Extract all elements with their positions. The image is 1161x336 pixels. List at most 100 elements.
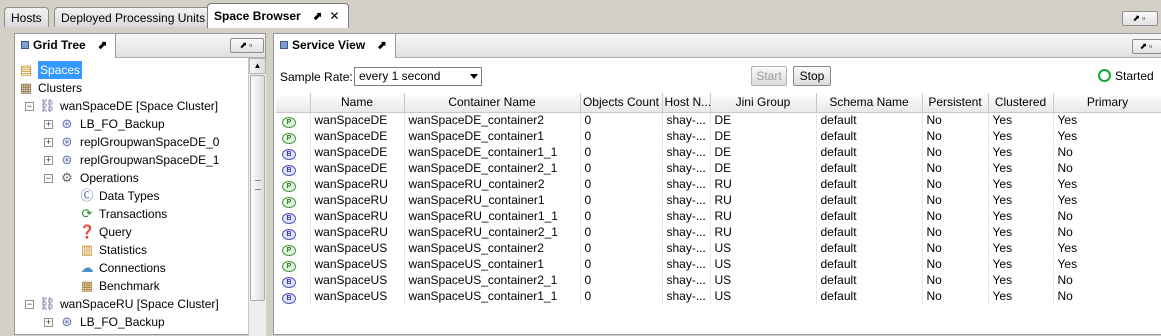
table-row[interactable]: PwanSpaceDE wanSpaceDE_container1 0 shay-..… <box>276 128 1161 145</box>
tab-deployed-processing-units[interactable]: Deployed Processing Units <box>54 7 213 27</box>
clustered-cell: Yes <box>988 144 1054 161</box>
grid-tree-scrollbar[interactable]: ▲ <box>248 58 266 336</box>
tab-pin-close-icons[interactable]: ⬈ ✕ <box>312 9 341 23</box>
host-name-cell: shay-... <box>662 128 711 145</box>
role-cell: P <box>276 192 311 209</box>
column-header-persistent[interactable]: Persistent <box>922 93 989 113</box>
scroll-up-arrow-icon[interactable]: ▲ <box>249 58 266 74</box>
column-header-schema-name[interactable]: Schema Name <box>816 93 923 113</box>
space-cluster-icon: ⛓ <box>39 296 56 311</box>
collapse-icon[interactable]: − <box>44 174 53 183</box>
table-row[interactable]: PwanSpaceDE wanSpaceDE_container2 0 shay-..… <box>276 112 1161 129</box>
expand-icon[interactable]: + <box>44 156 53 165</box>
role-cell: P <box>276 256 311 273</box>
pin-icon[interactable]: ⬈ <box>1133 13 1143 23</box>
column-header-host-name[interactable]: Host N... <box>662 93 711 113</box>
chevron-down-icon[interactable] <box>470 74 478 79</box>
sample-rate-select[interactable]: every 1 second <box>354 67 482 86</box>
grip-icon <box>255 180 261 190</box>
jini-group-cell: DE <box>710 160 817 177</box>
column-header-jini-group[interactable]: Jini Group <box>710 93 817 113</box>
container-name-cell: wanSpaceRU_container1 <box>404 192 581 209</box>
expand-icon[interactable]: + <box>44 318 53 327</box>
column-header-clustered[interactable]: Clustered <box>988 93 1054 113</box>
objects-count-cell: 0 <box>580 288 663 305</box>
table-row[interactable]: BwanSpaceDE wanSpaceDE_container1_1 0 shay-… <box>276 144 1161 161</box>
grid-tree-panel: Grid Tree ⬈ ⬈▫ ▤ Spaces ▦ Clusters − ⛓ w… <box>14 33 266 336</box>
column-header-name[interactable]: Name <box>310 93 405 113</box>
primary-cell: No <box>1053 288 1161 305</box>
pin-icon[interactable]: ⬈ <box>1140 41 1150 51</box>
objects-count-cell: 0 <box>580 224 663 241</box>
schema-name-cell: default <box>816 208 923 225</box>
container-name-cell: wanSpaceDE_container2 <box>404 112 581 129</box>
maximize-icon[interactable]: ▫ <box>1142 13 1147 23</box>
pin-icon[interactable]: ⬈ <box>240 40 250 50</box>
name-cell: wanSpaceRU <box>310 192 405 209</box>
start-button[interactable]: Start <box>751 66 787 86</box>
collapse-icon[interactable]: − <box>25 102 34 111</box>
expand-icon[interactable]: + <box>44 120 53 129</box>
column-header-primary[interactable]: Primary <box>1053 93 1161 113</box>
space-cluster-icon: ⛓ <box>39 98 56 113</box>
name-cell: wanSpaceUS <box>310 272 405 289</box>
tree-item-label: Spaces <box>38 61 83 79</box>
table-row[interactable]: BwanSpaceRU wanSpaceRU_container1_1 0 shay-… <box>276 208 1161 225</box>
tree-item-label: Operations <box>80 171 139 185</box>
stop-button[interactable]: Stop <box>793 66 831 86</box>
host-name-cell: shay-... <box>662 272 711 289</box>
table-body: PwanSpaceDE wanSpaceDE_container2 0 shay-..… <box>276 112 1161 305</box>
table-row[interactable]: PwanSpaceUS wanSpaceUS_container1 0 shay-..… <box>276 256 1161 273</box>
grid-tree-window-controls[interactable]: ⬈▫ <box>230 38 264 53</box>
primary-space-icon: P <box>282 180 296 191</box>
pin-icon[interactable]: ⬈ <box>97 38 107 52</box>
column-header-container-name[interactable]: Container Name <box>404 93 581 113</box>
objects-count-cell: 0 <box>580 272 663 289</box>
table-row[interactable]: PwanSpaceUS wanSpaceUS_container2 0 shay-..… <box>276 240 1161 257</box>
tab-hosts-label: Hosts <box>11 11 42 25</box>
table-row[interactable]: BwanSpaceUS wanSpaceUS_container2_1 0 shay-… <box>276 272 1161 289</box>
primary-cell: Yes <box>1053 256 1161 273</box>
role-cell: P <box>276 128 311 145</box>
tab-hosts[interactable]: Hosts <box>4 7 49 27</box>
tab-space-browser[interactable]: Space Browser ⬈ ✕ <box>207 3 349 28</box>
space-instance-icon: ⊛ <box>61 152 73 167</box>
primary-cell: No <box>1053 224 1161 241</box>
table-row[interactable]: BwanSpaceRU wanSpaceRU_container2_1 0 shay-… <box>276 224 1161 241</box>
service-view-window-controls[interactable]: ⬈▫ <box>1132 39 1161 54</box>
status-label: Started <box>1115 69 1154 83</box>
persistent-cell: No <box>922 288 989 305</box>
collapse-icon[interactable]: − <box>25 300 34 309</box>
grid-tree-header: Grid Tree ⬈ ⬈▫ <box>15 34 265 58</box>
table-row[interactable]: PwanSpaceRU wanSpaceRU_container2 0 shay-..… <box>276 176 1161 193</box>
expand-icon[interactable]: + <box>44 138 53 147</box>
primary-space-icon: P <box>282 196 296 207</box>
role-cell: P <box>276 112 311 129</box>
clustered-cell: Yes <box>988 176 1054 193</box>
jini-group-cell: RU <box>710 176 817 193</box>
spaces-icon: ▤ <box>19 62 33 77</box>
table-row[interactable]: BwanSpaceUS wanSpaceUS_container1_1 0 shay-… <box>276 288 1161 305</box>
tree-item-label: LB_FO_Backup <box>80 117 165 131</box>
maximize-icon[interactable]: ▫ <box>1149 41 1154 51</box>
name-cell: wanSpaceDE <box>310 160 405 177</box>
window-controls[interactable]: ⬈▫ <box>1122 11 1158 26</box>
table-row[interactable]: BwanSpaceDE wanSpaceDE_container2_1 0 shay-… <box>276 160 1161 177</box>
space-instance-icon: ⊛ <box>61 314 73 329</box>
column-header-role[interactable] <box>276 93 311 113</box>
role-cell: P <box>276 240 311 257</box>
primary-space-icon: P <box>282 260 296 271</box>
table-row[interactable]: PwanSpaceRU wanSpaceRU_container1 0 shay-..… <box>276 192 1161 209</box>
column-header-objects-count[interactable]: Objects Count <box>580 93 663 113</box>
service-view-tab[interactable]: Service View ⬈ <box>274 34 396 58</box>
objects-count-cell: 0 <box>580 160 663 177</box>
host-name-cell: shay-... <box>662 192 711 209</box>
operations-icon: ⚙ <box>61 170 73 185</box>
statistics-icon: ▥ <box>80 242 94 257</box>
scrollbar-thumb[interactable] <box>250 75 265 301</box>
grid-tree-tab[interactable]: Grid Tree ⬈ <box>15 34 117 58</box>
data-types-icon: Ⓒ <box>80 188 94 203</box>
pin-icon[interactable]: ⬈ <box>377 38 387 52</box>
persistent-cell: No <box>922 272 989 289</box>
maximize-icon[interactable]: ▫ <box>249 40 254 50</box>
